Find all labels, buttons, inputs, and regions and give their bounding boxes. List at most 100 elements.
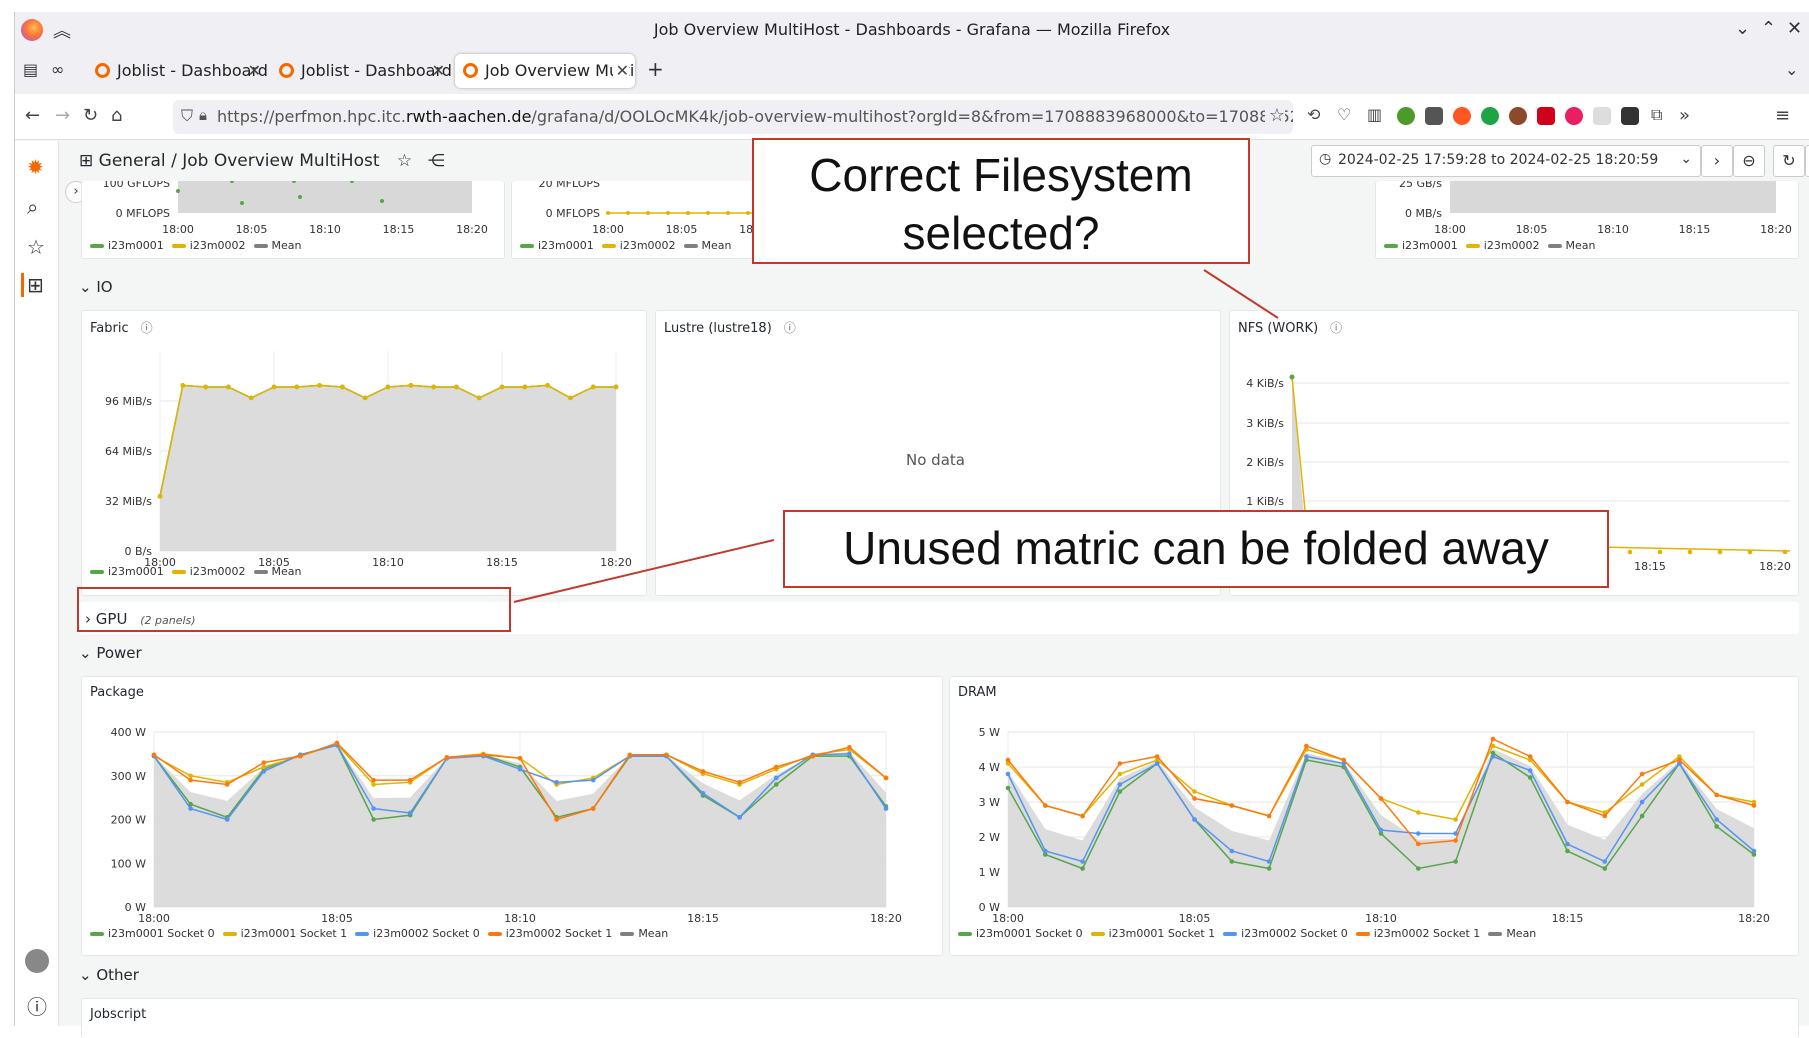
data-point[interactable] [1416, 866, 1421, 871]
row-power[interactable]: ⌄ Power [79, 644, 142, 662]
data-point[interactable] [226, 384, 231, 390]
tab-joblist-2[interactable]: Joblist - Dashboards - G✕ [271, 54, 451, 88]
data-point[interactable] [1005, 771, 1011, 777]
data-point[interactable] [371, 777, 376, 783]
extension-clover-icon[interactable] [1481, 107, 1499, 125]
legend-item[interactable]: Mean [1506, 927, 1536, 940]
new-tab-icon[interactable]: + [647, 57, 664, 81]
legend-item[interactable]: i23m0002 [190, 565, 246, 578]
data-point[interactable] [248, 395, 254, 401]
extensions-puzzle-icon[interactable]: ⧉ [1651, 105, 1662, 125]
data-point[interactable] [1714, 824, 1719, 829]
legend-item[interactable]: i23m0002 Socket 0 [1241, 927, 1348, 940]
data-point[interactable] [1229, 859, 1235, 864]
data-point[interactable] [773, 782, 779, 787]
help-icon[interactable]: ⓘ [27, 991, 47, 1020]
legend-item[interactable]: i23m0001 [108, 239, 164, 252]
data-point[interactable] [371, 782, 376, 787]
extension-grid-icon[interactable] [1537, 107, 1555, 125]
data-point[interactable] [371, 806, 376, 811]
legend-item[interactable]: i23m0001 [1402, 239, 1458, 252]
data-point[interactable] [261, 769, 267, 774]
close-tab-icon[interactable]: ✕ [248, 61, 261, 80]
data-point[interactable] [407, 810, 413, 816]
home-icon[interactable]: ⌂ [111, 105, 122, 126]
close-tab-icon[interactable]: ✕ [612, 61, 629, 80]
data-point[interactable] [188, 806, 193, 811]
data-point[interactable] [613, 384, 619, 390]
pocket-icon[interactable]: ♡ [1337, 105, 1351, 124]
legend-item[interactable]: i23m0002 Socket 0 [373, 927, 480, 940]
data-point[interactable] [1565, 848, 1570, 854]
legend-item[interactable]: i23m0002 [1484, 239, 1540, 252]
data-point[interactable] [271, 384, 277, 390]
maximize-icon[interactable]: ⌃ [1761, 18, 1776, 39]
extension-duckduckgo-icon[interactable] [1453, 107, 1471, 125]
tab-job-overview[interactable]: Job Overview MultiHost -✕ [455, 54, 635, 88]
data-point[interactable] [1714, 792, 1719, 798]
data-point[interactable] [554, 817, 559, 822]
data-point[interactable] [1416, 810, 1421, 815]
close-window-icon[interactable]: ✕ [1787, 18, 1802, 39]
data-point[interactable] [224, 782, 230, 787]
time-forward-button[interactable]: › [1701, 145, 1733, 177]
infinity-icon[interactable]: ∞ [51, 60, 64, 79]
data-point[interactable] [590, 384, 596, 390]
forward-icon[interactable]: → [55, 105, 70, 126]
data-point[interactable] [431, 384, 436, 390]
data-point[interactable] [1266, 813, 1272, 819]
data-point[interactable] [1005, 757, 1011, 763]
data-point[interactable] [847, 751, 852, 757]
data-point[interactable] [666, 211, 670, 215]
data-point[interactable] [151, 752, 157, 758]
lock-icon[interactable]: 🔒︎ [199, 106, 207, 124]
data-point[interactable] [517, 766, 523, 772]
data-point[interactable] [1304, 743, 1309, 749]
back-icon[interactable]: ← [25, 105, 40, 126]
data-point[interactable] [664, 752, 669, 758]
extension-icon[interactable] [1425, 107, 1443, 125]
data-point[interactable] [554, 780, 559, 785]
data-point[interactable] [1751, 803, 1757, 808]
data-point[interactable] [627, 752, 633, 758]
data-point[interactable] [1490, 736, 1496, 742]
data-point[interactable] [626, 211, 630, 215]
avatar[interactable] [25, 949, 49, 973]
data-point[interactable] [1192, 789, 1197, 794]
list-tabs-icon[interactable]: ⌄ [1785, 60, 1798, 79]
data-point[interactable] [1565, 841, 1570, 847]
data-point[interactable] [568, 395, 573, 401]
data-point[interactable] [371, 817, 376, 822]
data-point[interactable] [1080, 859, 1085, 864]
close-tab-icon[interactable]: ✕ [432, 61, 445, 80]
overflow-chevrons-icon[interactable]: » [1679, 105, 1690, 126]
data-point[interactable] [1717, 549, 1723, 555]
data-point[interactable] [1192, 796, 1197, 801]
data-point[interactable] [180, 383, 186, 388]
data-point[interactable] [408, 383, 414, 388]
minimize-icon[interactable]: ⌄ [1735, 18, 1750, 39]
data-point[interactable] [1453, 859, 1458, 864]
data-point[interactable] [1751, 848, 1757, 854]
refresh-button[interactable]: ↻ [1773, 145, 1805, 177]
legend-item[interactable]: i23m0002 Socket 1 [1374, 927, 1481, 940]
data-point[interactable] [1527, 775, 1533, 780]
data-point[interactable] [1229, 803, 1235, 808]
data-point[interactable] [1266, 866, 1272, 871]
data-point[interactable] [1527, 754, 1533, 759]
url-bar[interactable]: ⛉ 🔒︎ https://perfmon.hpc.itc.rwth-aachen… [173, 100, 1293, 134]
row-other[interactable]: ⌄ Other [79, 966, 139, 984]
extension-shield-icon[interactable] [1593, 107, 1611, 125]
data-point[interactable] [362, 395, 368, 401]
time-range-picker[interactable]: ◷ 2024-02-25 17:59:28 to 2024-02-25 18:2… [1311, 145, 1701, 177]
data-point[interactable] [1080, 866, 1085, 871]
data-point[interactable] [1782, 549, 1788, 555]
data-point[interactable] [340, 384, 345, 390]
bookmark-star-icon[interactable]: ☆ [1264, 105, 1285, 126]
data-point[interactable] [1192, 817, 1197, 822]
search-icon[interactable]: ⌕ [27, 195, 38, 219]
refresh-interval-button[interactable]: ⌄ [1805, 145, 1809, 177]
data-point[interactable] [476, 395, 482, 401]
legend-item[interactable]: Mean [272, 239, 302, 252]
data-point[interactable] [1639, 782, 1645, 787]
